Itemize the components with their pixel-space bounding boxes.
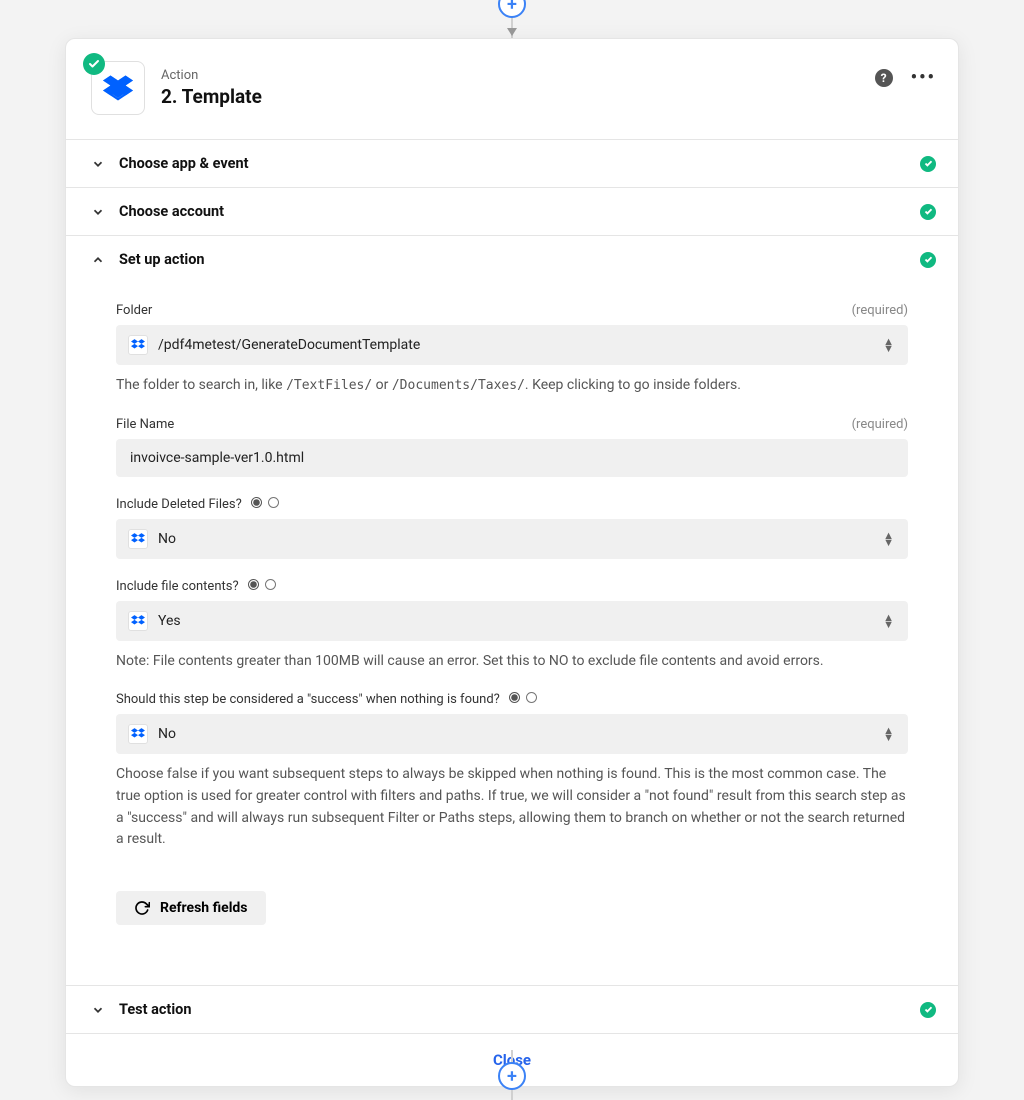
field-mode-radios[interactable] <box>251 497 279 508</box>
help-text-part: The folder to search in, like <box>116 377 286 393</box>
label-text: Should this step be considered a "succes… <box>116 692 500 707</box>
field-label: File Name <box>116 417 174 432</box>
section-complete-icon <box>920 1002 936 1018</box>
field-label: Should this step be considered a "succes… <box>116 692 537 707</box>
refresh-label: Refresh fields <box>160 900 248 916</box>
dropbox-mini-icon <box>128 529 148 549</box>
field-label-row: File Name (required) <box>116 417 908 432</box>
section-setup-action: Set up action Folder (required) /pdf4met… <box>66 235 958 985</box>
label-text: Include Deleted Files? <box>116 497 242 512</box>
folder-select[interactable]: /pdf4metest/GenerateDocumentTemplate ▲▼ <box>116 325 908 365</box>
field-include-deleted: Include Deleted Files? No ▲▼ <box>116 497 908 559</box>
help-icon[interactable]: ? <box>875 69 893 87</box>
field-label: Folder <box>116 303 152 318</box>
add-step-bottom-button[interactable]: + <box>498 1062 526 1090</box>
dropbox-mini-icon <box>128 724 148 744</box>
field-mode-radios[interactable] <box>509 692 537 703</box>
field-label-row: Include file contents? <box>116 579 908 594</box>
header-text: Action 2. Template <box>161 68 262 108</box>
action-card: Action 2. Template ? ••• Choose app & ev… <box>65 38 959 1087</box>
arrow-down-icon <box>507 28 517 36</box>
card-header: Action 2. Template ? ••• <box>66 39 958 139</box>
help-text-part: . Keep clicking to go inside folders. <box>525 377 741 393</box>
section-choose-account: Choose account <box>66 187 958 235</box>
refresh-icon <box>134 900 150 916</box>
success-empty-help: Choose false if you want subsequent step… <box>116 764 908 851</box>
help-text-part: or <box>372 377 392 393</box>
chevron-down-icon <box>91 205 105 219</box>
field-label-row: Include Deleted Files? <box>116 497 908 512</box>
section-header-test-action[interactable]: Test action <box>66 986 958 1033</box>
section-header-choose-account[interactable]: Choose account <box>66 188 958 235</box>
include-contents-select[interactable]: Yes ▲▼ <box>116 601 908 641</box>
field-mode-radios[interactable] <box>248 579 276 590</box>
help-code: /Documents/Taxes/ <box>392 378 525 393</box>
section-title: Set up action <box>119 251 205 268</box>
field-label-row: Should this step be considered a "succes… <box>116 692 908 707</box>
section-body-setup: Folder (required) /pdf4metest/GenerateDo… <box>66 303 958 985</box>
section-complete-icon <box>920 156 936 172</box>
field-include-contents: Include file contents? Yes ▲▼ Note: File… <box>116 579 908 673</box>
select-arrows-icon: ▲▼ <box>883 338 894 352</box>
section-choose-app: Choose app & event <box>66 139 958 187</box>
more-menu-icon[interactable]: ••• <box>911 67 936 88</box>
field-label-row: Folder (required) <box>116 303 908 318</box>
action-title: 2. Template <box>161 85 262 108</box>
refresh-fields-button[interactable]: Refresh fields <box>116 891 266 925</box>
success-empty-select[interactable]: No ▲▼ <box>116 714 908 754</box>
help-code: /TextFiles/ <box>286 378 372 393</box>
chevron-down-icon <box>91 157 105 171</box>
select-arrows-icon: ▲▼ <box>883 614 894 628</box>
section-header-choose-app[interactable]: Choose app & event <box>66 140 958 187</box>
label-text: Include file contents? <box>116 579 239 594</box>
field-folder: Folder (required) /pdf4metest/GenerateDo… <box>116 303 908 397</box>
field-required: (required) <box>852 417 908 432</box>
select-arrows-icon: ▲▼ <box>883 727 894 741</box>
status-check-badge <box>83 53 105 75</box>
section-complete-icon <box>920 252 936 268</box>
field-required: (required) <box>852 303 908 318</box>
section-title: Choose app & event <box>119 155 249 172</box>
header-actions: ? ••• <box>875 67 936 88</box>
section-header-setup-action[interactable]: Set up action <box>66 236 958 283</box>
chevron-down-icon <box>91 1003 105 1017</box>
app-icon-container <box>91 61 145 115</box>
include-deleted-value: No <box>158 531 176 547</box>
folder-value: /pdf4metest/GenerateDocumentTemplate <box>158 337 420 353</box>
action-label: Action <box>161 68 262 83</box>
include-contents-value: Yes <box>158 613 181 629</box>
chevron-up-icon <box>91 253 105 267</box>
section-title: Choose account <box>119 203 224 220</box>
include-contents-help: Note: File contents greater than 100MB w… <box>116 651 908 673</box>
dropbox-mini-icon <box>128 335 148 355</box>
field-label: Include file contents? <box>116 579 276 594</box>
dropbox-icon <box>103 73 133 103</box>
select-arrows-icon: ▲▼ <box>883 532 894 546</box>
field-success-empty: Should this step be considered a "succes… <box>116 692 908 851</box>
section-complete-icon <box>920 204 936 220</box>
file-name-input[interactable]: invoivce-sample-ver1.0.html <box>116 439 908 477</box>
section-test-action: Test action <box>66 985 958 1033</box>
add-step-top-button[interactable]: + <box>498 0 526 18</box>
success-empty-value: No <box>158 726 176 742</box>
field-label: Include Deleted Files? <box>116 497 279 512</box>
section-title: Test action <box>119 1001 192 1018</box>
dropbox-mini-icon <box>128 611 148 631</box>
folder-help-text: The folder to search in, like /TextFiles… <box>116 375 908 397</box>
field-file-name: File Name (required) invoivce-sample-ver… <box>116 417 908 477</box>
include-deleted-select[interactable]: No ▲▼ <box>116 519 908 559</box>
